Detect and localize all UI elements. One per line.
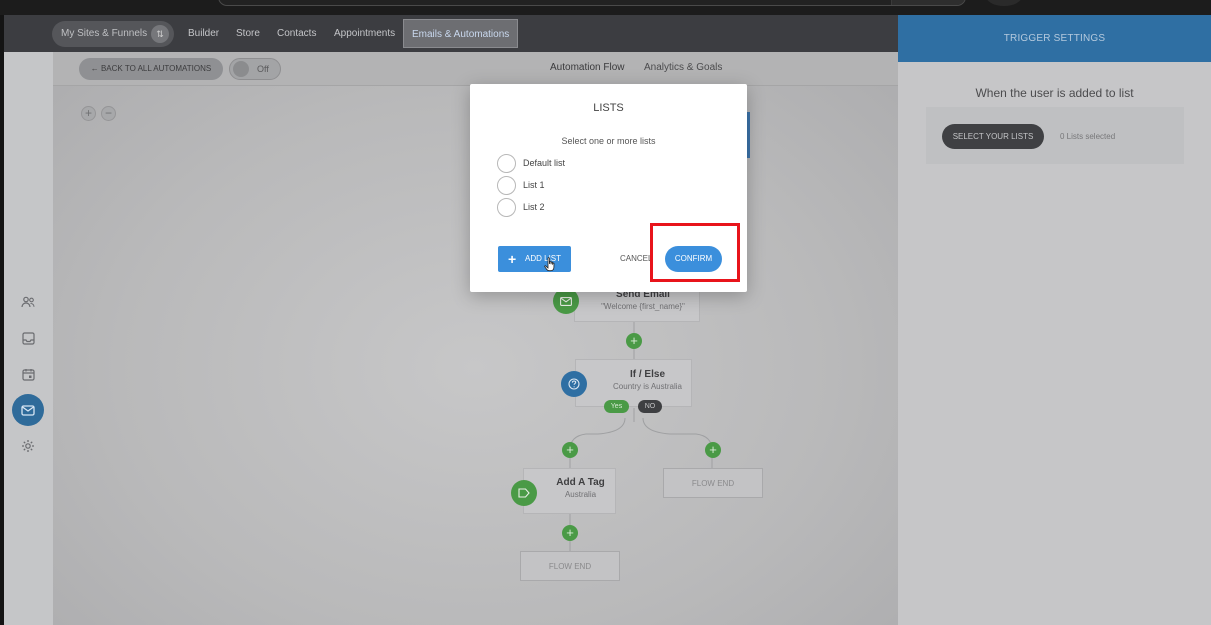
nav-builder[interactable]: Builder — [188, 15, 219, 52]
calendar-icon[interactable] — [16, 362, 40, 386]
radio-default-list[interactable] — [497, 154, 516, 173]
confirm-highlight-box — [650, 223, 740, 282]
add-tag-subtitle: Australia — [564, 490, 597, 499]
add-step-button[interactable]: + — [626, 333, 642, 349]
if-else-node[interactable]: If / Else Country is Australia — [575, 359, 692, 407]
add-step-after-tag-button[interactable]: + — [562, 525, 578, 541]
plus-icon: + — [508, 251, 517, 267]
list-option-label: List 1 — [523, 180, 545, 190]
add-step-yes-button[interactable]: + — [562, 442, 578, 458]
browser-avatar[interactable] — [986, 0, 1022, 6]
select-your-lists-button[interactable]: SELECT YOUR LISTS — [942, 124, 1044, 149]
gear-icon[interactable] — [16, 434, 40, 458]
trigger-settings-header: TRIGGER SETTINGS — [898, 15, 1211, 62]
trigger-description: When the user is added to list — [975, 86, 1134, 100]
radio-list-2[interactable] — [497, 198, 516, 217]
trigger-settings-panel: TRIGGER SETTINGS When the user is added … — [898, 15, 1211, 625]
nav-emails-automations[interactable]: Emails & Automations — [403, 19, 519, 48]
add-tag-title: Add A Tag — [556, 477, 605, 488]
nav-my-sites-label: My Sites & Funnels — [61, 28, 148, 39]
nav-contacts[interactable]: Contacts — [277, 15, 316, 52]
address-bar[interactable] — [218, 0, 966, 6]
question-icon — [561, 371, 587, 397]
yes-branch-pill[interactable]: Yes — [604, 400, 629, 413]
cancel-button[interactable]: CANCEL — [620, 246, 650, 272]
if-else-subtitle: Country is Australia — [613, 382, 682, 391]
nav-my-sites-funnels[interactable]: My Sites & Funnels ⇅ — [52, 21, 174, 47]
add-list-button[interactable]: + ADD LIST — [498, 246, 571, 272]
if-else-title: If / Else — [629, 369, 665, 380]
radio-list-1[interactable] — [497, 176, 516, 195]
top-navbar: My Sites & Funnels ⇅ Builder Store Conta… — [4, 15, 898, 52]
left-rail — [4, 52, 53, 625]
email-icon[interactable] — [12, 394, 44, 426]
list-selection-box: SELECT YOUR LISTS 0 Lists selected — [926, 107, 1184, 164]
modal-title: LISTS — [593, 102, 624, 114]
nav-store[interactable]: Store — [236, 15, 260, 52]
browser-top-strip — [0, 0, 1211, 15]
swap-icon: ⇅ — [151, 25, 169, 43]
no-branch-pill[interactable]: NO — [638, 400, 662, 413]
add-step-no-button[interactable]: + — [705, 442, 721, 458]
nav-appointments[interactable]: Appointments — [334, 15, 395, 52]
flow-end-right: FLOW END — [663, 468, 763, 498]
list-option-label: Default list — [523, 158, 566, 168]
lists-selected-count: 0 Lists selected — [1060, 132, 1116, 141]
tag-icon — [511, 480, 537, 506]
inbox-icon[interactable] — [16, 326, 40, 350]
contacts-icon[interactable] — [16, 290, 40, 314]
app-window: My Sites & Funnels ⇅ Builder Store Conta… — [0, 0, 1211, 625]
list-option-label: List 2 — [523, 202, 545, 212]
hand-cursor-icon — [544, 257, 555, 272]
modal-hint: Select one or more lists — [561, 136, 656, 146]
send-email-subtitle: "Welcome {first_name}" — [601, 302, 685, 311]
flow-end-bottom: FLOW END — [520, 551, 620, 581]
address-bar-button[interactable] — [891, 0, 965, 5]
